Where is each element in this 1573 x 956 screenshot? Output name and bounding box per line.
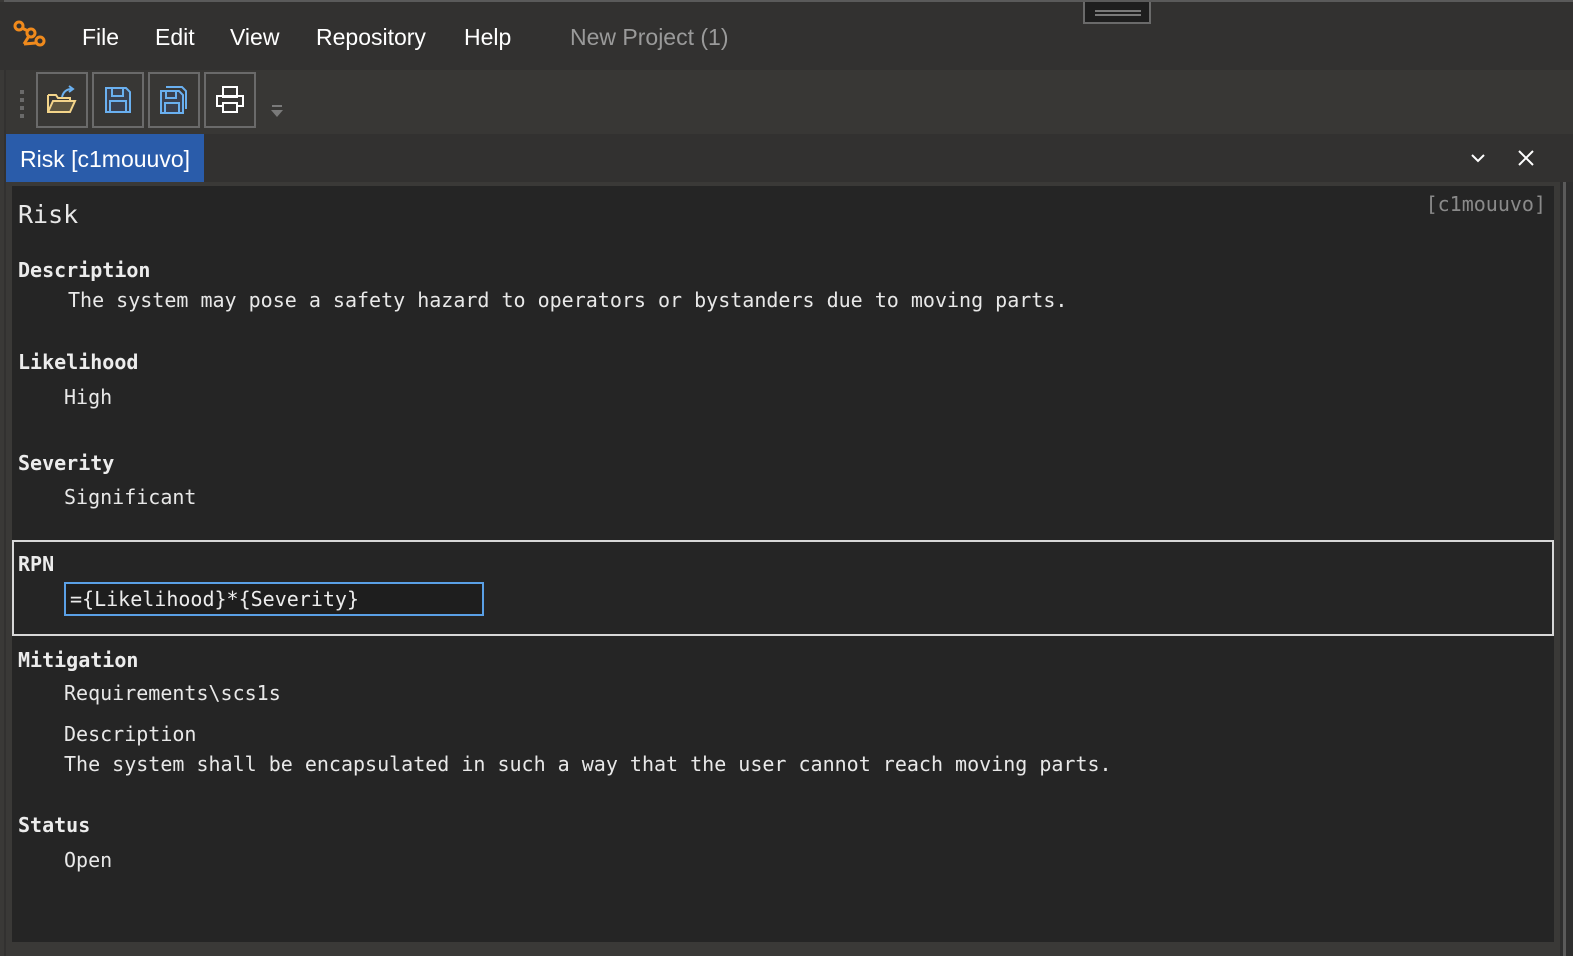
mitigation-label: Mitigation — [18, 648, 139, 672]
folder-open-icon — [47, 85, 77, 113]
document-title: Risk — [18, 200, 79, 229]
likelihood-label: Likelihood — [18, 350, 139, 374]
rpn-label: RPN — [18, 552, 55, 576]
window-drag-handle[interactable] — [1083, 2, 1151, 24]
menu-edit[interactable]: Edit — [155, 24, 195, 51]
description-label: Description — [18, 258, 151, 282]
mitigation-description-value: The system shall be encapsulated in such… — [64, 752, 1112, 776]
save-all-icon — [160, 86, 187, 114]
menu-repository[interactable]: Repository — [316, 24, 426, 51]
status-label: Status — [18, 813, 91, 837]
document-view: [c1mouuvo] Risk Description The system m… — [12, 186, 1554, 945]
severity-label: Severity — [18, 451, 115, 475]
vertical-scrollbar[interactable] — [1560, 182, 1573, 956]
project-title: New Project (1) — [570, 24, 729, 50]
save-button[interactable] — [92, 72, 144, 128]
menu-help[interactable]: Help — [464, 24, 511, 51]
overflow-chevron-icon[interactable] — [269, 104, 285, 120]
status-value[interactable]: Open — [64, 848, 112, 872]
likelihood-value[interactable]: High — [64, 385, 112, 409]
print-button[interactable] — [204, 72, 256, 128]
tab-strip: Risk [c1mouuvo] — [6, 134, 1573, 182]
save-all-button[interactable] — [148, 72, 200, 128]
window-left-border — [0, 0, 4, 956]
rpn-field-frame: RPN — [12, 540, 1554, 636]
document-id: [c1mouuvo] — [1425, 192, 1546, 216]
mitigation-link[interactable]: Requirements\scs1s — [64, 681, 281, 705]
menu-bar: File Edit View Repository Help New Proje… — [0, 2, 1573, 70]
toolbar — [6, 70, 1573, 134]
menu-file[interactable]: File — [82, 24, 119, 51]
close-icon[interactable] — [1514, 146, 1538, 170]
save-icon — [105, 87, 131, 113]
description-value: The system may pose a safety hazard to o… — [68, 288, 1068, 312]
tab-risk[interactable]: Risk [c1mouuvo] — [6, 134, 205, 182]
menu-view[interactable]: View — [230, 24, 279, 51]
rpn-formula-input[interactable] — [64, 582, 484, 616]
printer-icon — [216, 86, 244, 113]
chevron-down-icon[interactable] — [1466, 146, 1490, 170]
app-logo-icon — [13, 20, 46, 47]
open-button[interactable] — [36, 72, 88, 128]
document-panel: [c1mouuvo] Risk Description The system m… — [6, 182, 1560, 956]
mitigation-description-label: Description — [64, 722, 197, 746]
severity-value[interactable]: Significant — [64, 485, 196, 509]
toolbar-grip-handle[interactable] — [20, 90, 24, 120]
